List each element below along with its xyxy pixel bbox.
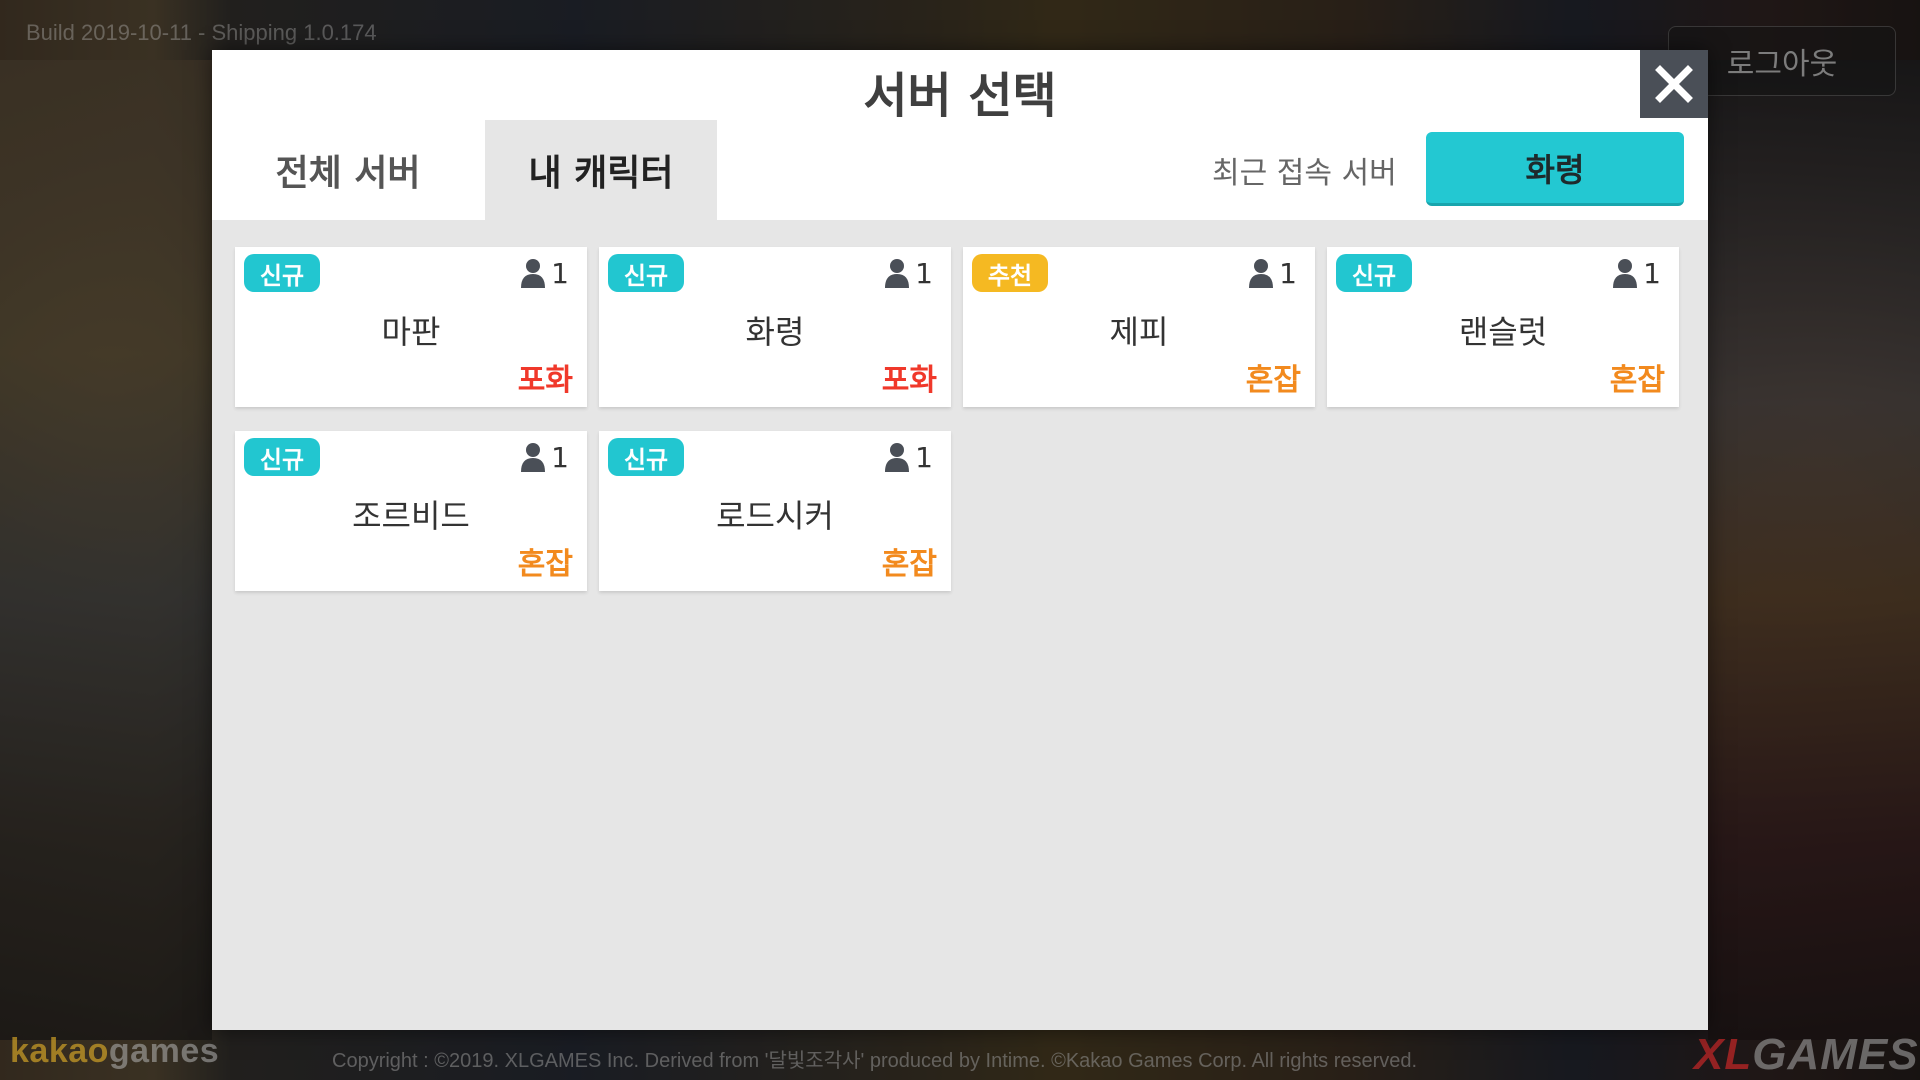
server-name: 랜슬럿	[1458, 313, 1548, 351]
server-name: 제피	[1109, 313, 1169, 351]
character-count: 1	[1247, 255, 1297, 291]
server-status: 혼잡	[517, 547, 573, 582]
server-card[interactable]: 신규 1 마판 포화	[235, 247, 587, 407]
tab-my-characters[interactable]: 내 캐릭터	[485, 120, 717, 220]
copyright-text: Copyright : ©2019. XLGAMES Inc. Derived …	[332, 1050, 1418, 1072]
xlgames-logo: XLGAMES	[1694, 1030, 1919, 1079]
character-count: 1	[883, 439, 933, 475]
server-name: 화령	[745, 313, 805, 351]
server-status: 포화	[881, 363, 937, 398]
recent-server-button[interactable]: 화령	[1426, 132, 1684, 206]
tab-all-servers[interactable]: 전체 서버	[232, 120, 464, 220]
server-select-modal: 서버 선택 전체 서버 내 캐릭터 최근 접속 서버 화령 신규 1 마판 포화…	[212, 50, 1708, 1030]
server-badge: 신규	[244, 438, 320, 476]
character-count: 1	[883, 255, 933, 291]
person-icon	[521, 443, 546, 472]
server-badge: 추천	[972, 254, 1048, 292]
character-count: 1	[519, 439, 569, 475]
person-icon	[885, 259, 910, 288]
person-icon	[885, 443, 910, 472]
server-status: 포화	[517, 363, 573, 398]
person-icon	[521, 259, 546, 288]
server-name: 조르비드	[352, 497, 470, 535]
server-grid: 신규 1 마판 포화 신규 1 화령 포화 추천 1 제피 혼잡 신규 1 랜슬…	[235, 247, 1685, 591]
server-badge: 신규	[244, 254, 320, 292]
character-count: 1	[519, 255, 569, 291]
kakaogames-logo: kakaogames	[10, 1032, 220, 1070]
server-card[interactable]: 신규 1 로드시커 혼잡	[599, 431, 951, 591]
server-card[interactable]: 신규 1 랜슬럿 혼잡	[1327, 247, 1679, 407]
server-badge: 신규	[608, 438, 684, 476]
close-icon	[1655, 65, 1693, 103]
person-icon	[1613, 259, 1638, 288]
person-icon	[1249, 259, 1274, 288]
server-name: 마판	[381, 313, 441, 351]
server-status: 혼잡	[1609, 363, 1665, 398]
recent-server-label: 최근 접속 서버	[1212, 156, 1397, 191]
server-badge: 신규	[608, 254, 684, 292]
build-version-text: Build 2019-10-11 - Shipping 1.0.174	[26, 20, 377, 45]
server-card[interactable]: 신규 1 조르비드 혼잡	[235, 431, 587, 591]
close-button[interactable]	[1640, 50, 1708, 118]
character-count: 1	[1611, 255, 1661, 291]
server-badge: 신규	[1336, 254, 1412, 292]
server-status: 혼잡	[1245, 363, 1301, 398]
server-card[interactable]: 신규 1 화령 포화	[599, 247, 951, 407]
server-card[interactable]: 추천 1 제피 혼잡	[963, 247, 1315, 407]
server-status: 혼잡	[881, 547, 937, 582]
server-name: 로드시커	[716, 497, 834, 535]
modal-title: 서버 선택	[863, 68, 1057, 124]
modal-header: 서버 선택 전체 서버 내 캐릭터 최근 접속 서버 화령	[212, 50, 1708, 220]
